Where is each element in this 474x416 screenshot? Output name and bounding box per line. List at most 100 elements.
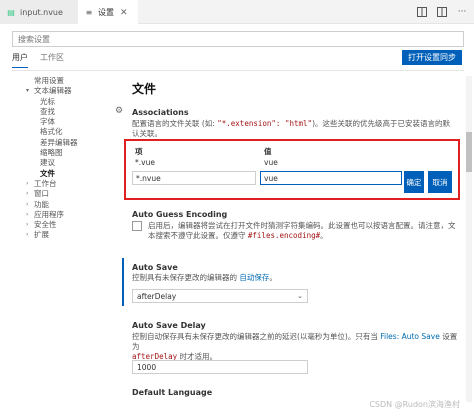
chevron-right-icon: › — [26, 221, 29, 229]
desc-text: 启用后，编辑器将尝试在打开文件时猜测字符集编码。此设置也可以按语言配置。请注意，… — [148, 221, 456, 230]
tab-label: 设置 — [98, 8, 114, 17]
toc-item[interactable]: 文件 — [0, 169, 112, 179]
auto-guess-title: Auto Guess Encoding — [132, 210, 228, 219]
toc-item[interactable]: › 应用程序 — [0, 210, 112, 220]
toc-item[interactable]: 缩略图 — [0, 148, 112, 158]
search-settings-input[interactable]: 搜索设置 — [12, 31, 464, 47]
associations-table-header: 项 值 — [132, 146, 452, 156]
toc-item-label: 差异编辑器 — [40, 137, 78, 147]
tab-workspace[interactable]: 工作区 — [40, 52, 64, 68]
toc-item[interactable]: 光标 — [0, 97, 112, 107]
settings-sync-button[interactable]: 打开设置同步 — [402, 50, 462, 65]
desc-text: 控制具有未保存更改的编辑器的 — [132, 273, 240, 282]
table-row[interactable]: *.vue vue — [132, 158, 452, 168]
desc-text: 配置语言的文件关联 (如: — [132, 119, 218, 128]
toc-item[interactable]: › 窗口 — [0, 189, 112, 199]
open-json-icon[interactable] — [436, 6, 448, 18]
desc-code: "*.extension": "html" — [217, 119, 313, 128]
toc-item[interactable]: ▾ 文本编辑器 — [0, 86, 112, 96]
tab-actions: ··· — [416, 6, 468, 18]
toc-item-label: 缩略图 — [40, 148, 63, 158]
chevron-down-icon: ⌄ — [297, 292, 303, 300]
more-actions-icon[interactable]: ··· — [456, 6, 468, 18]
divider — [12, 70, 464, 71]
chevron-right-icon: › — [26, 190, 29, 198]
ok-button[interactable]: 确定 — [404, 171, 424, 193]
close-icon[interactable]: ✕ — [120, 8, 128, 18]
toc-item[interactable]: › 工作台 — [0, 179, 112, 189]
auto-guess-checkbox[interactable] — [132, 221, 142, 231]
desc-text: 。 — [269, 273, 277, 282]
file-icon: ▤ — [7, 7, 15, 17]
associations-title: Associations — [132, 108, 189, 117]
auto-save-title: Auto Save — [132, 263, 178, 272]
auto-guess-description: 启用后，编辑器将尝试在打开文件时猜测字符集编码。此设置也可以按语言配置。请注意，… — [148, 221, 456, 241]
toc-item[interactable]: 字体 — [0, 117, 112, 127]
toc-item[interactable]: › 功能 — [0, 200, 112, 210]
toc-item-label: 应用程序 — [34, 209, 64, 219]
association-key-input[interactable]: *.nvue — [132, 171, 256, 185]
row-value: vue — [264, 158, 278, 167]
settings-toc: 常用设置 ▾ 文本编辑器 光标 查找 字体 格式化 差异编辑器 缩略图 建议 文件 › 工作台 › 窗口 › 功… — [0, 76, 112, 241]
tab-input-nvue[interactable]: ▤ input.nvue — [0, 0, 78, 24]
files-auto-save-link[interactable]: Files: Auto Save — [380, 332, 440, 341]
toc-item-label: 常用设置 — [34, 76, 64, 85]
cancel-button[interactable]: 取消 — [428, 171, 452, 193]
tab-settings[interactable]: ≡ 设置 ✕ — [78, 0, 138, 24]
auto-save-delay-description: 控制自动保存具有未保存更改的编辑器之前的延迟(以毫秒为单位)。只有当 Files… — [132, 332, 460, 362]
tab-user[interactable]: 用户 — [12, 52, 28, 68]
toc-item-label: 建议 — [40, 158, 55, 168]
desc-text: 本搜索不遵守此设置。仅遵守 — [148, 231, 248, 240]
auto-save-delay-input[interactable]: 1000 — [132, 360, 308, 374]
row-key: *.vue — [135, 158, 155, 167]
value-value: vue — [264, 174, 278, 183]
tab-label: input.nvue — [20, 7, 63, 17]
auto-save-select[interactable]: afterDelay ⌄ — [132, 289, 308, 303]
auto-save-delay-title: Auto Save Delay — [132, 321, 206, 330]
desc-text: 控制自动保存具有未保存更改的编辑器之前的延迟(以毫秒为单位)。只有当 — [132, 332, 381, 341]
select-value: afterDelay — [137, 292, 177, 301]
scope-tabs: 用户 工作区 — [12, 52, 64, 68]
toc-item[interactable]: 差异编辑器 — [0, 138, 112, 148]
toc-item-label: 字体 — [40, 117, 55, 127]
auto-save-description: 控制具有未保存更改的编辑器的 自动保存。 — [132, 273, 452, 283]
chevron-right-icon: › — [26, 200, 29, 208]
focused-setting-indicator — [122, 258, 124, 306]
scrollbar-thumb[interactable] — [466, 132, 472, 172]
toc-item-label: 文件 — [40, 168, 55, 178]
section-title: 文件 — [132, 82, 157, 96]
toc-item[interactable]: 常用设置 — [0, 76, 112, 86]
column-value: 值 — [264, 147, 272, 156]
search-placeholder: 搜索设置 — [18, 35, 50, 44]
input-value: 1000 — [137, 363, 157, 372]
toc-item-label: 安全性 — [34, 220, 57, 230]
toc-item-label: 查找 — [40, 106, 55, 116]
toc-item[interactable]: 格式化 — [0, 127, 112, 137]
watermark: CSDN @Rudon滨海渔村 — [369, 400, 460, 409]
toc-item-label: 工作台 — [34, 178, 57, 188]
toc-item-label: 格式化 — [40, 127, 63, 137]
toc-item[interactable]: 查找 — [0, 107, 112, 117]
toc-item-label: 扩展 — [34, 230, 49, 240]
toc-item[interactable]: › 安全性 — [0, 220, 112, 230]
chevron-down-icon: ▾ — [26, 87, 30, 95]
chevron-right-icon: › — [26, 179, 29, 187]
split-editor-icon[interactable] — [416, 6, 428, 18]
associations-description: 配置语言的文件关联 (如: "*.extension": "html")。这些关… — [132, 119, 452, 139]
settings-file-icon: ≡ — [85, 8, 93, 17]
auto-save-link[interactable]: 自动保存 — [239, 273, 269, 282]
toc-item[interactable]: 建议 — [0, 158, 112, 168]
scrollbar[interactable] — [466, 76, 472, 402]
key-value: *.nvue — [136, 174, 161, 183]
toc-item-label: 文本编辑器 — [34, 86, 72, 96]
toc-item-label: 窗口 — [34, 189, 49, 199]
gear-icon[interactable]: ⚙ — [115, 106, 123, 116]
association-value-input[interactable]: vue — [260, 171, 402, 185]
toc-item-label: 光标 — [40, 96, 55, 106]
chevron-right-icon: › — [26, 210, 29, 218]
editor-tab-bar: ▤ input.nvue ≡ 设置 ✕ ··· — [0, 0, 474, 24]
toc-item[interactable]: › 扩展 — [0, 230, 112, 240]
desc-text: 。 — [320, 231, 328, 240]
default-language-title: Default Language — [132, 388, 213, 397]
column-item: 项 — [135, 147, 143, 156]
